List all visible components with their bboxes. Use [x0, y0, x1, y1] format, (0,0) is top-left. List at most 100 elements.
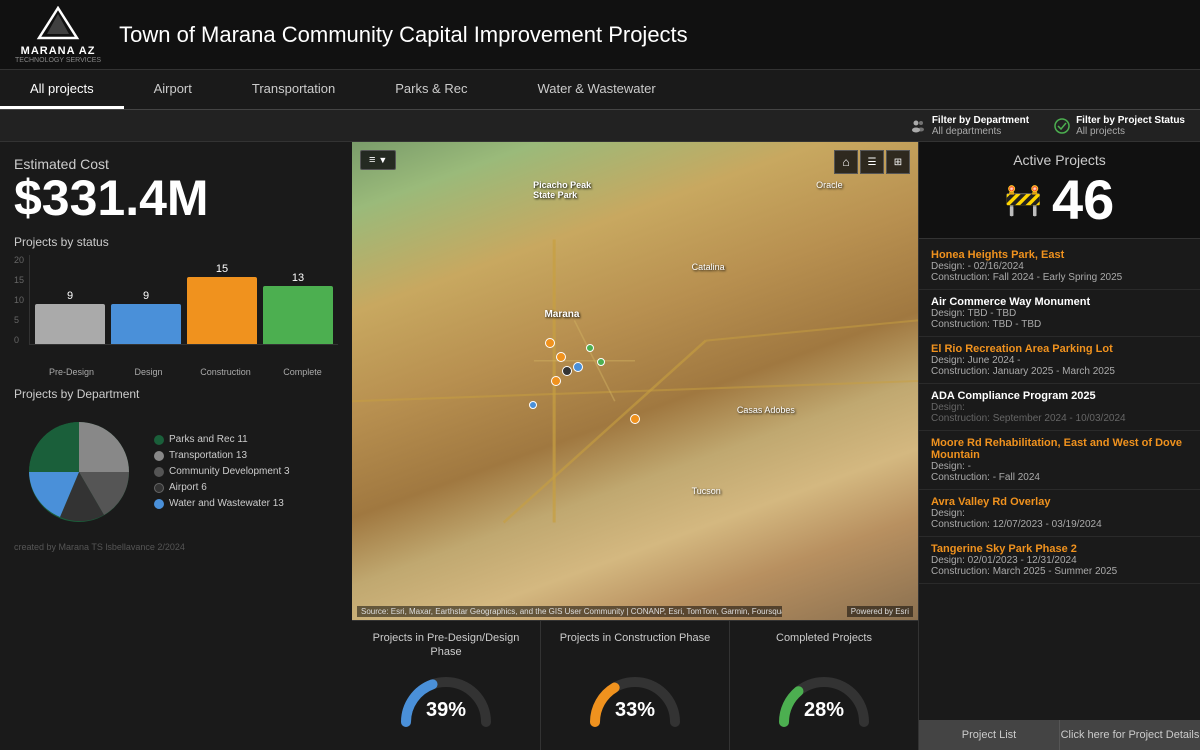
people-icon [910, 118, 926, 134]
projects-by-status: Projects by status 20 15 10 5 0 9 [14, 235, 338, 377]
nav-item-all-projects[interactable]: All projects [0, 70, 124, 109]
list-item-avra[interactable]: Avra Valley Rd Overlay Design: Construct… [919, 490, 1200, 537]
project-name-tangerine: Tangerine Sky Park Phase 2 [931, 543, 1188, 555]
project-construction-avra: Construction: 12/07/2023 - 03/19/2024 [931, 519, 1188, 530]
map-grid-btn[interactable]: ⊞ [886, 150, 910, 174]
project-design-honea: Design: - 02/16/2024 [931, 261, 1188, 272]
bar-label-construction: Construction [190, 367, 261, 377]
stat-complete-title: Completed Projects [776, 631, 872, 661]
project-construction-honea: Construction: Fall 2024 - Early Spring 2… [931, 272, 1188, 283]
logo-area: MARANA AZ TECHNOLOGY SERVICES [15, 6, 101, 64]
project-design-moore: Design: - [931, 461, 1188, 472]
map-source: Source: Esri, Maxar, Earthstar Geographi… [357, 606, 782, 617]
nav-item-airport[interactable]: Airport [124, 70, 222, 109]
active-projects-title: Active Projects [931, 152, 1188, 168]
active-projects-count: 46 [1052, 172, 1114, 228]
project-construction-tangerine: Construction: March 2025 - Summer 2025 [931, 566, 1188, 577]
nav-item-parks[interactable]: Parks & Rec [365, 70, 497, 109]
right-panel: Active Projects 🚧 46 Honea Heights Park,… [918, 142, 1200, 750]
stats-row: Projects in Pre-Design/Design Phase 39% … [352, 620, 918, 750]
project-dot-4 [573, 362, 583, 372]
map-container[interactable]: Picacho PeakState Park Marana Catalina C… [352, 142, 918, 620]
project-dot-6 [597, 358, 605, 366]
stat-predesign-title: Projects in Pre-Design/Design Phase [360, 631, 532, 661]
logo-text: MARANA AZ [21, 45, 96, 57]
map-list-btn[interactable]: ☰ [860, 150, 884, 174]
map-section: Picacho PeakState Park Marana Catalina C… [352, 142, 918, 750]
project-details-btn[interactable]: Click here for Project Details [1060, 720, 1200, 750]
stat-predesign: Projects in Pre-Design/Design Phase 39% [352, 621, 541, 750]
list-item-ada[interactable]: ADA Compliance Program 2025 Design: Cons… [919, 384, 1200, 431]
project-dot-5 [586, 344, 594, 352]
active-projects-header: Active Projects 🚧 46 [919, 142, 1200, 239]
stat-construction: Projects in Construction Phase 33% [541, 621, 730, 750]
left-panel: Estimated Cost $331.4M Projects by statu… [0, 142, 352, 750]
project-design-avra: Design: [931, 508, 1188, 519]
nav-bar: All projects Airport Transportation Park… [0, 70, 1200, 110]
header: MARANA AZ TECHNOLOGY SERVICES Town of Ma… [0, 0, 1200, 70]
project-dot-2 [556, 352, 566, 362]
y-label-20: 20 [14, 255, 24, 265]
project-name-moore: Moore Rd Rehabilitation, East and West o… [931, 437, 1188, 461]
watermark-text: created by Marana TS lsbellavance 2/2024 [14, 542, 338, 552]
bottom-bar: Project List Click here for Project Deta… [919, 720, 1200, 750]
bar-complete: 13 [263, 272, 333, 344]
project-name-el-rio: El Rio Recreation Area Parking Lot [931, 343, 1188, 355]
filter-bar: Filter by Department All departments Fil… [0, 110, 1200, 142]
list-item-honea[interactable]: Honea Heights Park, East Design: - 02/16… [919, 243, 1200, 290]
project-dot-3 [562, 366, 572, 376]
bar-construction: 15 [187, 263, 257, 344]
project-name-honea: Honea Heights Park, East [931, 249, 1188, 261]
bar-label-predesign: Pre-Design [36, 367, 107, 377]
stat-complete: Completed Projects 28% [730, 621, 918, 750]
header-title: Town of Marana Community Capital Improve… [119, 22, 688, 48]
list-item-air-commerce[interactable]: Air Commerce Way Monument Design: TBD - … [919, 290, 1200, 337]
project-construction-moore: Construction: - Fall 2024 [931, 472, 1188, 483]
y-label-0: 0 [14, 335, 24, 345]
filter-status-value: All projects [1076, 126, 1185, 137]
main-content: Estimated Cost $331.4M Projects by statu… [0, 142, 1200, 750]
list-item-tangerine[interactable]: Tangerine Sky Park Phase 2 Design: 02/01… [919, 537, 1200, 584]
project-construction-air-commerce: Construction: TBD - TBD [931, 319, 1188, 330]
map-powered: Powered by Esri [847, 606, 913, 617]
filter-department[interactable]: Filter by Department All departments [910, 115, 1029, 137]
bar-predesign: 9 [35, 290, 105, 344]
legend-parks: Parks and Rec 11 [154, 434, 290, 445]
project-list-btn[interactable]: Project List [919, 720, 1060, 750]
nav-item-transportation[interactable]: Transportation [222, 70, 365, 109]
bar-label-complete: Complete [267, 367, 338, 377]
map-toolbar: ≡▼ [360, 150, 396, 170]
stat-construction-title: Projects in Construction Phase [560, 631, 710, 661]
dept-pie-chart [14, 407, 144, 537]
list-item-moore[interactable]: Moore Rd Rehabilitation, East and West o… [919, 431, 1200, 490]
project-construction-el-rio: Construction: January 2025 - March 2025 [931, 366, 1188, 377]
project-construction-ada: Construction: September 2024 - 10/03/202… [931, 413, 1188, 424]
y-label-10: 10 [14, 295, 24, 305]
estimated-cost-value: $331.4M [14, 172, 338, 225]
project-design-ada: Design: [931, 402, 1188, 413]
legend-transportation: Transportation 13 [154, 450, 290, 461]
list-item-el-rio[interactable]: El Rio Recreation Area Parking Lot Desig… [919, 337, 1200, 384]
project-name-ada: ADA Compliance Program 2025 [931, 390, 1188, 402]
y-label-5: 5 [14, 315, 24, 325]
logo-sub: TECHNOLOGY SERVICES [15, 57, 101, 64]
checkmark-icon [1054, 118, 1070, 134]
bar-design: 9 [111, 290, 181, 344]
filter-status[interactable]: Filter by Project Status All projects [1054, 115, 1185, 137]
project-list: Honea Heights Park, East Design: - 02/16… [919, 239, 1200, 720]
legend-community: Community Development 3 [154, 466, 290, 477]
map-home-btn[interactable]: ⌂ [834, 150, 858, 174]
project-dot-1 [545, 338, 555, 348]
legend-water: Water and Wastewater 13 [154, 498, 290, 509]
gauge-complete-pct: 28% [804, 699, 844, 722]
filter-dept-label: Filter by Department [932, 115, 1029, 126]
logo-icon [31, 6, 86, 44]
project-name-avra: Avra Valley Rd Overlay [931, 496, 1188, 508]
nav-item-water[interactable]: Water & Wastewater [497, 70, 695, 109]
y-label-15: 15 [14, 275, 24, 285]
projects-dept-title: Projects by Department [14, 387, 338, 401]
project-design-el-rio: Design: June 2024 - [931, 355, 1188, 366]
legend-airport: Airport 6 [154, 482, 290, 493]
bar-label-design: Design [113, 367, 184, 377]
map-layers-btn[interactable]: ≡▼ [360, 150, 396, 170]
